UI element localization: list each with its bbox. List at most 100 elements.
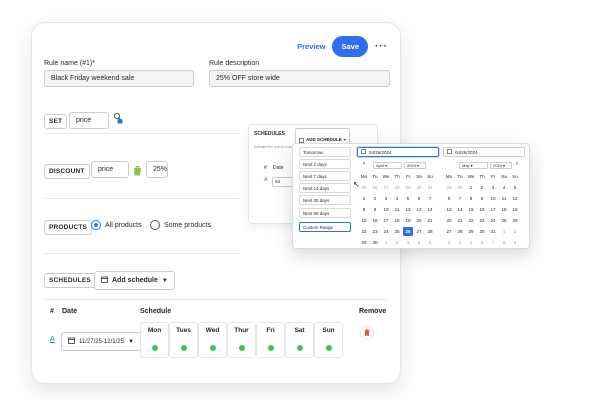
calendar-day[interactable]: 1 [359,194,369,203]
day-toggle-mon[interactable]: Mon [140,322,169,358]
radio-selected-icon[interactable] [91,220,101,230]
calendar-day[interactable]: 10 [488,194,498,203]
calendar-day[interactable]: 25 [359,183,369,192]
discount-type-input[interactable]: price [91,161,129,178]
calendar-day[interactable]: 8 [466,194,476,203]
end-date-input[interactable]: 04/26/2024 [443,147,525,157]
calendar-day[interactable]: 1 [466,183,476,192]
calendar-day[interactable]: 14 [425,205,435,214]
calendar-day[interactable]: 5 [510,183,520,192]
preset-next-14-days[interactable]: Next 14 days [299,183,351,193]
calendar-day[interactable]: 27 [381,183,391,192]
day-toggle-wed[interactable]: Wed [198,322,227,358]
calendar-day[interactable]: 23 [370,227,380,236]
calendar-day[interactable]: 30 [414,183,424,192]
left-year-select[interactable]: 2024 ▾ [404,162,426,169]
edit-letter-icon[interactable]: A [50,336,55,343]
preset-next-30-days[interactable]: Next 30 days [299,195,351,205]
calendar-day[interactable]: 6 [444,194,454,203]
calendar-day[interactable]: 11 [499,194,509,203]
start-date-input[interactable]: 04/26/2024 [357,147,439,157]
calendar-day[interactable]: 29 [403,183,413,192]
calendar-day[interactable]: 12 [403,205,413,214]
calendar-day[interactable]: 30 [455,183,465,192]
calendar-day[interactable]: 2 [477,183,487,192]
calendar-day[interactable]: 3 [444,238,454,247]
calendar-day[interactable]: 15 [359,216,369,225]
calendar-day[interactable]: 9 [477,194,487,203]
calendar-day[interactable]: 19 [403,216,413,225]
calendar-day[interactable]: 4 [499,183,509,192]
calendar-day[interactable]: 7 [455,194,465,203]
preset-next-7-days[interactable]: Next 7 days [299,171,351,181]
calendar-day[interactable]: 29 [359,238,369,247]
calendar-day[interactable]: 24 [381,227,391,236]
calendar-day[interactable]: 9 [510,238,520,247]
discount-amount-input[interactable]: 25% [146,161,168,178]
calendar-day[interactable]: 3 [488,183,498,192]
calendar-day[interactable]: 8 [359,205,369,214]
calendar-day[interactable]: 23 [477,216,487,225]
preset-next-2-days[interactable]: Next 2 days [299,159,351,169]
add-schedule-button[interactable]: Add schedule ▼ [94,271,175,290]
calendar-day[interactable]: 26 [403,227,413,236]
calendar-day[interactable]: 1 [499,227,509,236]
preset-custom-range[interactable]: Custom Range [299,222,351,232]
calendar-day[interactable]: 15 [466,205,476,214]
edit-letter-icon[interactable]: A [264,177,267,183]
calendar-day[interactable]: 17 [488,205,498,214]
right-month-select[interactable]: May ▾ [459,162,488,169]
calendar-day[interactable]: 27 [414,227,424,236]
left-month-select[interactable]: April ▾ [373,162,402,169]
calendar-day[interactable]: 19 [510,205,520,214]
day-toggle-thur[interactable]: Thur [227,322,256,358]
calendar-day[interactable]: 31 [425,183,435,192]
calendar-day[interactable]: 18 [392,216,402,225]
calendar-day[interactable]: 8 [499,238,509,247]
calendar-day[interactable]: 26 [510,216,520,225]
preview-button[interactable]: Preview [297,42,325,51]
calendar-day[interactable]: 16 [370,216,380,225]
rule-description-input[interactable]: 25% OFF store wide [209,70,390,87]
calendar-day[interactable]: 25 [499,216,509,225]
calendar-day[interactable]: 21 [425,216,435,225]
calendar-day[interactable]: 3 [381,194,391,203]
calendar-day[interactable]: 2 [510,227,520,236]
search-field-icon[interactable] [113,111,123,124]
set-field-input[interactable]: price [69,112,109,129]
calendar-day[interactable]: 4 [455,238,465,247]
day-toggle-sat[interactable]: Sat [285,322,314,358]
calendar-day[interactable]: 30 [370,238,380,247]
calendar-day[interactable]: 6 [477,238,487,247]
calendar-day[interactable]: 13 [414,205,424,214]
calendar-day[interactable]: 2 [370,194,380,203]
remove-schedule-button[interactable] [360,326,374,340]
date-range-picker[interactable]: 11/27/25-12/1/25 ▼ [61,332,141,351]
day-toggle-tues[interactable]: Tues [169,322,198,358]
next-month-arrow-icon[interactable]: › [516,161,518,167]
calendar-day[interactable]: 4 [392,194,402,203]
calendar-day[interactable]: 22 [359,227,369,236]
calendar-day[interactable]: 28 [455,227,465,236]
calendar-day[interactable]: 3 [403,238,413,247]
calendar-day[interactable]: 11 [392,205,402,214]
radio-unselected-icon[interactable] [150,220,160,230]
calendar-day[interactable]: 29 [444,183,454,192]
calendar-day[interactable]: 17 [381,216,391,225]
preset-tomorrow[interactable]: Tomorrow [299,147,351,157]
calendar-day[interactable]: 16 [477,205,487,214]
calendar-day[interactable]: 7 [488,238,498,247]
calendar-day[interactable]: 1 [381,238,391,247]
calendar-day[interactable]: 29 [466,227,476,236]
calendar-day[interactable]: 14 [455,205,465,214]
calendar-day[interactable]: 26 [370,183,380,192]
bg-date-picker[interactable]: 04 [272,177,294,187]
prev-month-arrow-icon[interactable]: ‹ [363,161,365,167]
calendar-day[interactable]: 27 [444,227,454,236]
calendar-day[interactable]: 9 [370,205,380,214]
calendar-day[interactable]: 20 [414,216,424,225]
calendar-day[interactable]: 4 [414,238,424,247]
calendar-day[interactable]: 21 [455,216,465,225]
right-year-select[interactable]: 2024 ▾ [490,162,512,169]
day-toggle-sun[interactable]: Sun [314,322,343,358]
